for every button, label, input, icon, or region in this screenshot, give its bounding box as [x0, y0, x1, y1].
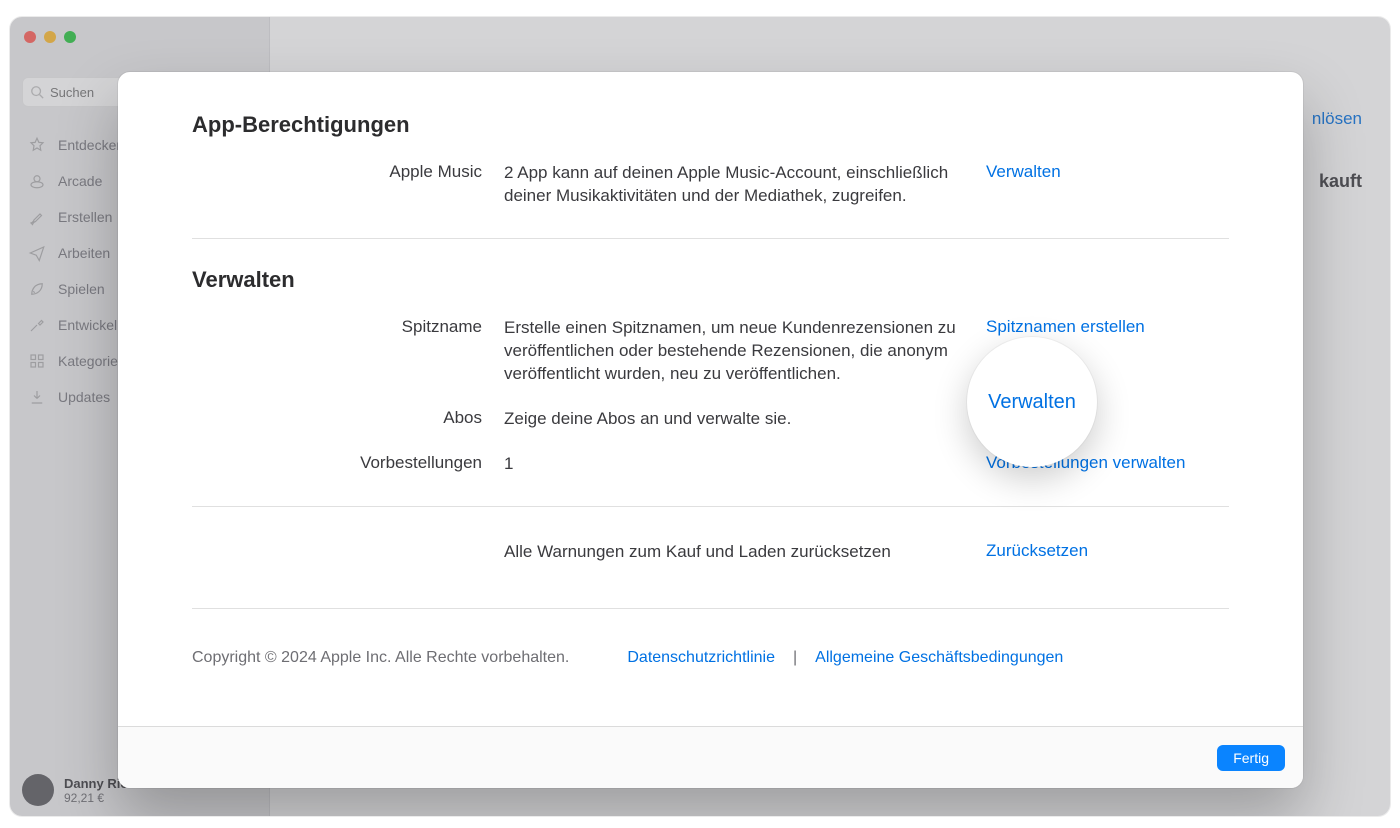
- section-divider: [192, 238, 1229, 239]
- section-divider: [192, 506, 1229, 507]
- highlight-magnifier: Verwalten: [967, 337, 1097, 467]
- privacy-link[interactable]: Datenschutzrichtlinie: [627, 649, 775, 667]
- row-apple-music: Apple Music 2 App kann auf deinen Apple …: [192, 156, 1229, 224]
- row-desc: Alle Warnungen zum Kauf und Laden zurück…: [504, 541, 964, 564]
- section-title-manage: Verwalten: [192, 267, 1229, 293]
- row-desc: 1: [504, 453, 964, 476]
- row-desc: 2 App kann auf deinen Apple Music-Accoun…: [504, 162, 964, 208]
- section-title-permissions: App-Berechtigungen: [192, 112, 1229, 138]
- done-button[interactable]: Fertig: [1217, 745, 1285, 771]
- highlight-label: Verwalten: [988, 391, 1076, 414]
- row-label: Abos: [192, 408, 482, 428]
- row-desc: Erstelle einen Spitznamen, um neue Kunde…: [504, 317, 964, 386]
- app-window: Entdecken Arcade Erstellen Arbeiten Spie…: [10, 17, 1390, 816]
- row-preorders: Vorbestellungen 1 Vorbestellungen verwal…: [192, 447, 1229, 492]
- copyright-text: Copyright © 2024 Apple Inc. Alle Rechte …: [192, 649, 569, 667]
- manage-apple-music-link[interactable]: Verwalten: [986, 162, 1229, 182]
- terms-link[interactable]: Allgemeine Geschäftsbedingungen: [815, 649, 1063, 667]
- row-label: Vorbestellungen: [192, 453, 482, 473]
- row-desc: Zeige deine Abos an und verwalte sie.: [504, 408, 964, 431]
- sheet-footer-links: Copyright © 2024 Apple Inc. Alle Rechte …: [192, 608, 1229, 667]
- sheet-button-bar: Fertig: [118, 726, 1303, 788]
- row-label: Apple Music: [192, 162, 482, 182]
- footer-separator: |: [793, 649, 797, 667]
- row-reset-warnings: Alle Warnungen zum Kauf und Laden zurück…: [192, 535, 1229, 580]
- reset-warnings-link[interactable]: Zurücksetzen: [986, 541, 1229, 561]
- create-nickname-link[interactable]: Spitznamen erstellen: [986, 317, 1229, 337]
- row-label: Spitzname: [192, 317, 482, 337]
- account-settings-sheet: App-Berechtigungen Apple Music 2 App kan…: [118, 72, 1303, 788]
